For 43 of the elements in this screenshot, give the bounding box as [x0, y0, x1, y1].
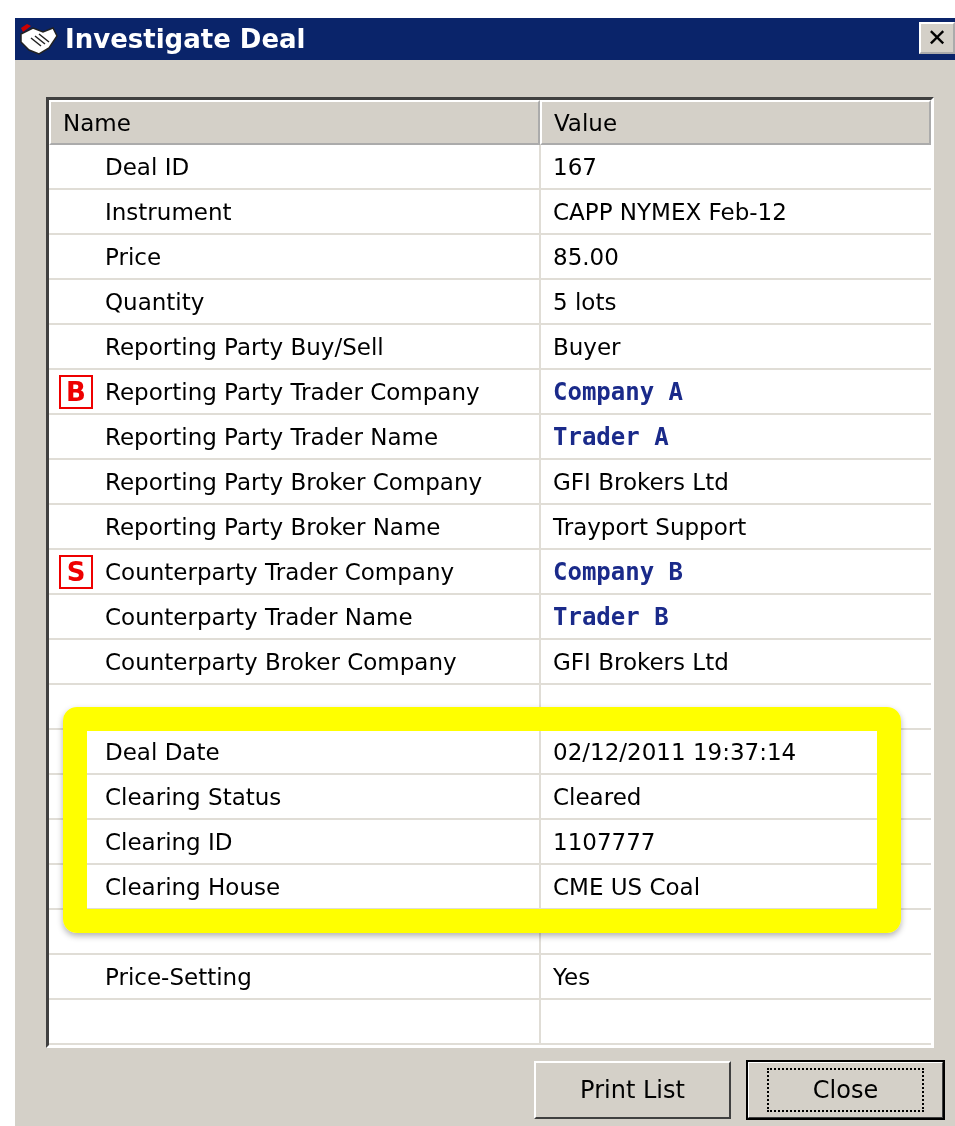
column-header[interactable]: Name	[49, 100, 540, 145]
property-value: GFI Brokers Ltd	[553, 648, 729, 675]
property-value: Buyer	[553, 333, 621, 360]
property-name: Reporting Party Trader Name	[105, 423, 439, 450]
property-name: Clearing House	[105, 873, 281, 900]
property-name: Clearing ID	[105, 828, 233, 855]
marker-badge: B	[59, 374, 93, 409]
property-value: 167	[553, 153, 597, 180]
property-name: Instrument	[105, 198, 232, 225]
handshake-icon	[19, 22, 59, 56]
property-value: Trayport Support	[553, 513, 747, 540]
property-value: 5 lots	[553, 288, 617, 315]
property-name: Reporting Party Broker Company	[105, 468, 483, 495]
property-name: Counterparty Broker Company	[105, 648, 457, 675]
property-value: Company A	[553, 377, 684, 406]
property-name: Clearing Status	[105, 783, 282, 810]
property-value: Trader A	[553, 422, 669, 451]
property-value: Yes	[553, 963, 591, 990]
property-value: Company B	[553, 557, 684, 586]
property-name: Reporting Party Trader Company	[105, 378, 480, 405]
property-name: Reporting Party Broker Name	[105, 513, 441, 540]
property-value: GFI Brokers Ltd	[553, 468, 729, 495]
window-title: Investigate Deal	[65, 24, 306, 54]
property-value: Cleared	[553, 783, 642, 810]
property-value: Trader B	[553, 602, 669, 631]
column-header[interactable]: Value	[539, 100, 931, 145]
close-button[interactable]: ✕	[919, 22, 955, 54]
property-name: Counterparty Trader Company	[105, 558, 455, 585]
property-value: 1107777	[553, 828, 656, 855]
property-name: Price-Setting	[105, 963, 252, 990]
property-value: CME US Coal	[553, 873, 701, 900]
property-name: Deal Date	[105, 738, 220, 765]
property-name: Reporting Party Buy/Sell	[105, 333, 384, 360]
property-value: 02/12/2011 19:37:14	[553, 738, 797, 765]
dialog-button[interactable]: Close	[747, 1061, 944, 1119]
marker-badge: S	[59, 554, 93, 589]
property-name: Price	[105, 243, 162, 270]
property-name: Quantity	[105, 288, 205, 315]
property-value: CAPP NYMEX Feb-12	[553, 198, 787, 225]
property-name: Deal ID	[105, 153, 190, 180]
property-value: 85.00	[553, 243, 619, 270]
property-name: Counterparty Trader Name	[105, 603, 413, 630]
dialog-button[interactable]: Print List	[534, 1061, 731, 1119]
